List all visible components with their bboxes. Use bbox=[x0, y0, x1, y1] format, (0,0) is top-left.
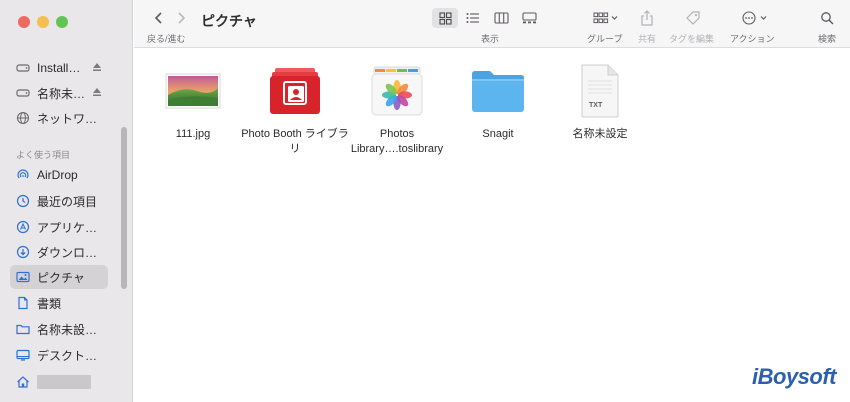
sidebar-item-airdrop[interactable]: AirDrop bbox=[10, 163, 108, 187]
ellipsis-circle-icon bbox=[742, 11, 767, 25]
text-document-icon bbox=[570, 63, 630, 119]
zoom-button[interactable] bbox=[56, 16, 68, 28]
file-item-photos-library[interactable]: Photos Library….toslibrary bbox=[342, 63, 452, 157]
photos-library-icon bbox=[367, 63, 427, 119]
search-icon bbox=[821, 12, 834, 25]
disk-icon bbox=[16, 86, 30, 100]
apps-icon bbox=[16, 220, 30, 234]
sidebar-item-label: 最近の項目 bbox=[37, 194, 98, 209]
chevron-left-icon bbox=[154, 12, 162, 24]
chevron-right-icon bbox=[178, 12, 186, 24]
txt-badge: TXT bbox=[589, 102, 603, 109]
sidebar-item-label: デスクト… bbox=[37, 348, 98, 363]
file-item-111-jpg[interactable]: 111.jpg bbox=[138, 63, 248, 142]
columns-icon bbox=[493, 12, 509, 24]
home-icon bbox=[16, 375, 30, 389]
sidebar-item-pictures[interactable]: ピクチャ bbox=[10, 265, 108, 289]
forward-button[interactable] bbox=[172, 9, 190, 27]
view-switcher bbox=[432, 8, 542, 28]
toolbar: 戻る/進む ピクチャ 表示 グループ 共有 タグを編集 アクション 検索 bbox=[134, 0, 850, 48]
sidebar-item-label: ネットワ… bbox=[37, 111, 98, 126]
gallery-view-button[interactable] bbox=[516, 8, 542, 28]
nav-label: 戻る/進む bbox=[147, 34, 186, 44]
globe-icon bbox=[16, 111, 30, 125]
sidebar-item-documents[interactable]: 書類 bbox=[10, 291, 108, 315]
grid-icon bbox=[438, 11, 452, 25]
sidebar-item-label: 名称未… bbox=[37, 86, 86, 101]
brand-logo: iBoysoft bbox=[752, 364, 837, 389]
document-icon bbox=[16, 296, 30, 310]
folder-icon bbox=[468, 63, 528, 119]
gallery-icon bbox=[521, 12, 537, 24]
action-label: アクション bbox=[730, 34, 775, 44]
desktop-icon bbox=[16, 348, 30, 362]
window-controls bbox=[18, 16, 68, 28]
column-view-button[interactable] bbox=[488, 8, 514, 28]
file-name: Photos Library….toslibrary bbox=[350, 128, 444, 155]
file-name: Snagit bbox=[482, 128, 514, 140]
window-title: ピクチャ bbox=[201, 13, 257, 29]
clock-icon bbox=[16, 194, 30, 208]
download-icon bbox=[16, 245, 30, 259]
tag-icon bbox=[686, 11, 700, 25]
icon-view-button[interactable] bbox=[432, 8, 458, 28]
favorites-header: よく使う項目 bbox=[16, 150, 71, 160]
file-item-photo-booth[interactable]: Photo Booth ライブラリ bbox=[240, 63, 350, 157]
sidebar-item-label: AirDrop bbox=[37, 168, 78, 182]
minimize-button[interactable] bbox=[37, 16, 49, 28]
sidebar-item-network[interactable]: ネットワ… bbox=[10, 106, 108, 130]
sidebar-item-label: ダウンロ… bbox=[37, 245, 98, 260]
folder-icon bbox=[16, 322, 30, 336]
redacted-user-name bbox=[37, 375, 91, 389]
tag-label: タグを編集 bbox=[669, 34, 715, 44]
sidebar-item-untitled-folder[interactable]: 名称未設… bbox=[10, 317, 108, 341]
eject-icon[interactable] bbox=[92, 62, 102, 72]
sidebar-scrollbar[interactable] bbox=[121, 127, 127, 289]
finder-window: Install… 名称未… ネットワ… よく使う項目 AirDrop 最近の項目… bbox=[0, 0, 850, 402]
search-label: 検索 bbox=[818, 34, 837, 44]
sidebar-item-label: ピクチャ bbox=[37, 270, 85, 285]
share-icon bbox=[641, 10, 653, 26]
close-button[interactable] bbox=[18, 16, 30, 28]
back-button[interactable] bbox=[150, 9, 168, 27]
image-thumbnail-icon bbox=[163, 63, 223, 119]
disk-icon bbox=[16, 61, 30, 75]
sidebar: Install… 名称未… ネットワ… よく使う項目 AirDrop 最近の項目… bbox=[0, 0, 133, 402]
sidebar-item-home[interactable] bbox=[10, 370, 108, 394]
eject-icon[interactable] bbox=[92, 87, 102, 97]
airdrop-icon bbox=[16, 168, 30, 182]
file-browser: 111.jpg Photo Booth ライブラリ Photos Library… bbox=[134, 49, 850, 402]
sidebar-item-label: アプリケ… bbox=[37, 220, 98, 235]
sidebar-item-install[interactable]: Install… bbox=[10, 56, 108, 80]
list-icon bbox=[466, 13, 479, 23]
file-name: 名称未設定 bbox=[572, 128, 628, 140]
sidebar-item-recents[interactable]: 最近の項目 bbox=[10, 189, 108, 213]
action-button[interactable] bbox=[738, 8, 772, 28]
group-button[interactable] bbox=[591, 9, 621, 27]
sidebar-item-downloads[interactable]: ダウンロ… bbox=[10, 240, 108, 264]
file-name: Photo Booth ライブラリ bbox=[241, 128, 349, 155]
photo-icon bbox=[16, 270, 30, 284]
sidebar-item-label: 書類 bbox=[37, 296, 62, 311]
file-name: 111.jpg bbox=[175, 128, 211, 140]
share-label: 共有 bbox=[638, 34, 657, 44]
sidebar-item-desktop[interactable]: デスクト… bbox=[10, 343, 108, 367]
search-button[interactable] bbox=[817, 8, 837, 28]
photo-booth-icon bbox=[265, 63, 325, 119]
view-label: 表示 bbox=[481, 34, 500, 44]
sidebar-item-label: 名称未設… bbox=[37, 322, 98, 337]
list-view-button[interactable] bbox=[460, 8, 486, 28]
sidebar-item-untitled-disk[interactable]: 名称未… bbox=[10, 81, 108, 105]
sidebar-item-applications[interactable]: アプリケ… bbox=[10, 215, 108, 239]
sidebar-item-label: Install… bbox=[37, 61, 81, 75]
tag-button[interactable] bbox=[683, 8, 703, 28]
file-item-snagit[interactable]: Snagit bbox=[443, 63, 553, 142]
group-label: グループ bbox=[587, 34, 623, 44]
share-button[interactable] bbox=[637, 8, 657, 28]
group-grid-icon bbox=[593, 12, 618, 24]
